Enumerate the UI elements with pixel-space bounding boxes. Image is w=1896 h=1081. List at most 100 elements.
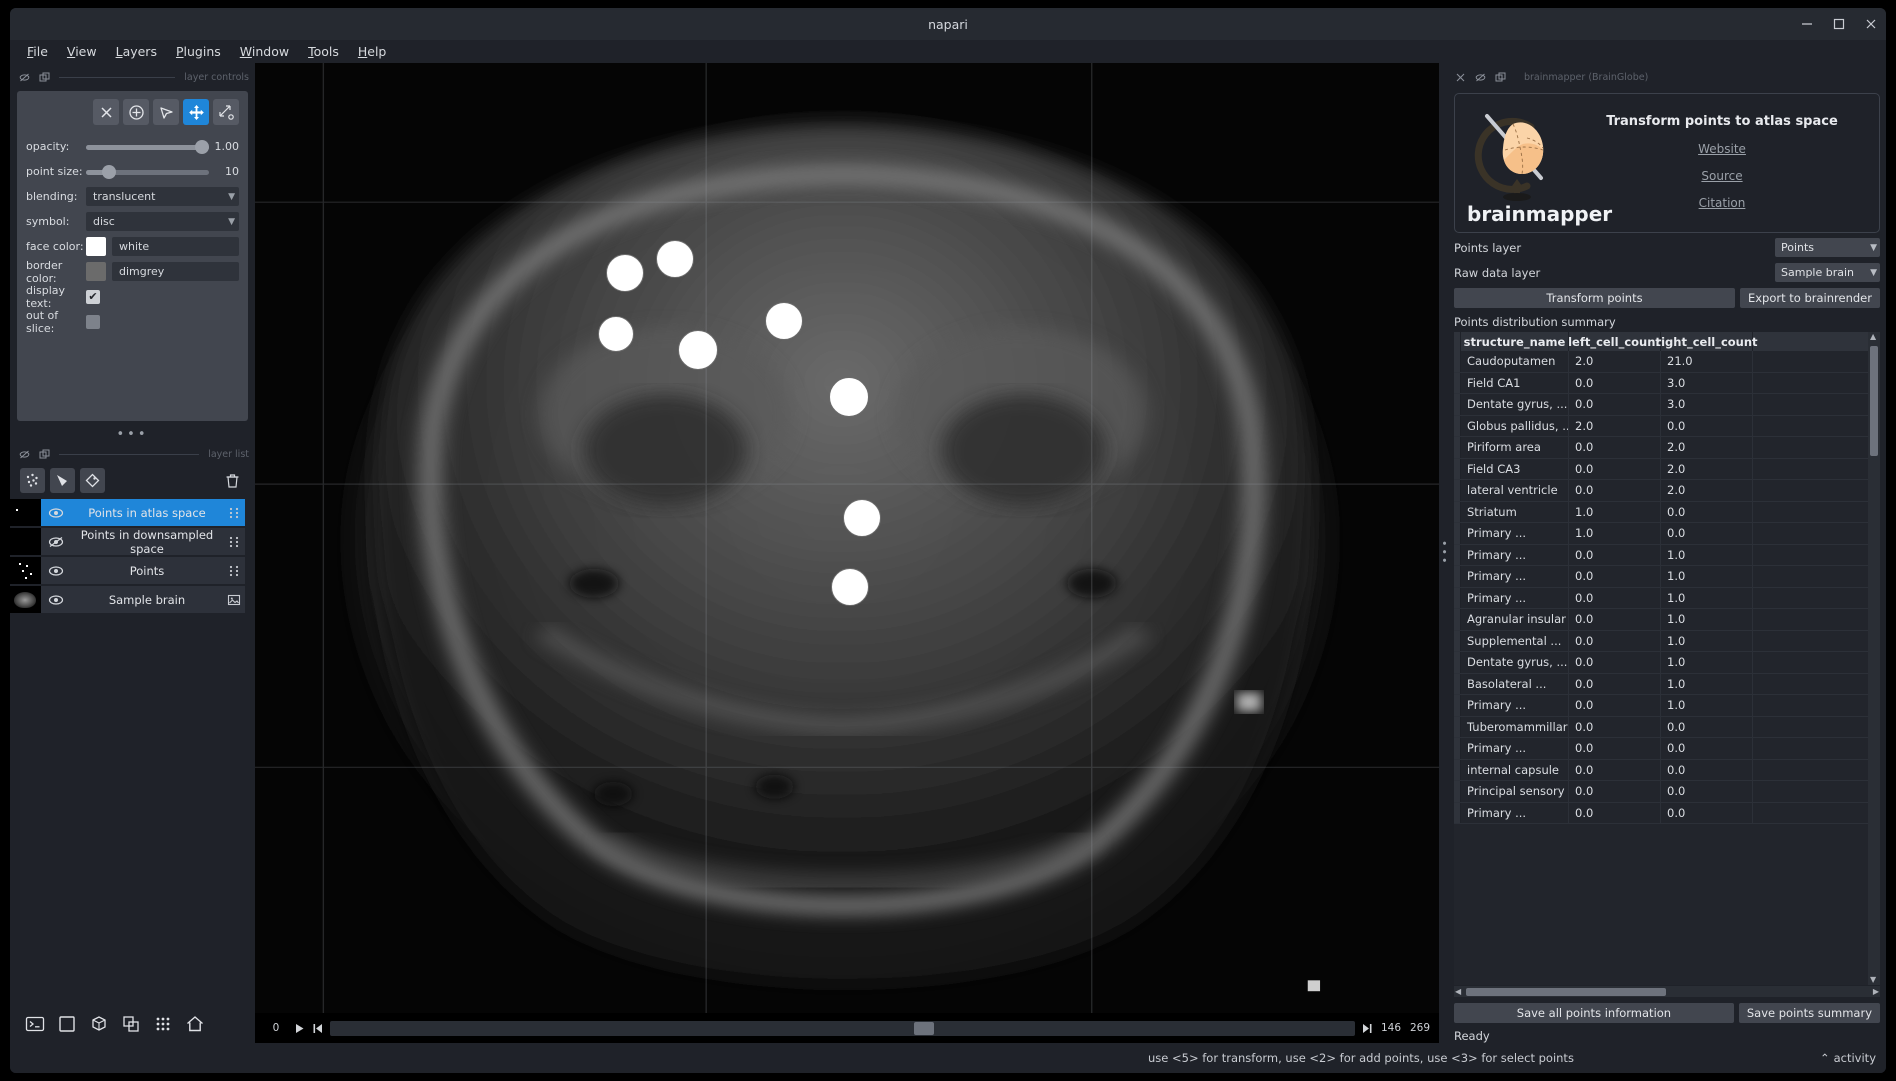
menu-layers[interactable]: Layers bbox=[109, 42, 164, 61]
point-marker[interactable] bbox=[843, 499, 881, 537]
layer-visibility-toggle[interactable] bbox=[41, 592, 71, 608]
layer-row-points-in-atlas-space[interactable]: Points in atlas space bbox=[10, 499, 245, 526]
new-points-layer-button[interactable] bbox=[20, 468, 45, 493]
table-row[interactable]: Globus pallidus, ... 2.0 0.0 bbox=[1454, 415, 1868, 437]
display-text-checkbox[interactable]: ✔ bbox=[86, 289, 100, 304]
pan-zoom-tool[interactable] bbox=[183, 99, 209, 125]
border-color-field[interactable]: dimgrey bbox=[112, 262, 239, 281]
float-dock-icon[interactable] bbox=[1475, 72, 1486, 83]
menu-window[interactable]: Window bbox=[233, 42, 296, 61]
table-row[interactable]: Primary ... 0.0 1.0 bbox=[1454, 695, 1868, 717]
scroll-down-arrow-icon[interactable]: ▼ bbox=[1870, 976, 1876, 984]
column-header-structure-name[interactable]: structure_name bbox=[1461, 332, 1569, 351]
undock-icon[interactable] bbox=[39, 72, 50, 83]
dock-resize-handle[interactable]: ••• bbox=[10, 427, 255, 442]
delete-points-tool[interactable] bbox=[93, 99, 119, 125]
website-link[interactable]: Website bbox=[1698, 142, 1746, 156]
home-reset-view-button[interactable] bbox=[182, 1011, 208, 1037]
menu-plugins[interactable]: Plugins bbox=[169, 42, 228, 61]
column-header-left-cell-count[interactable]: left_cell_count bbox=[1568, 332, 1661, 351]
layer-row-points-in-downsampled-space[interactable]: Points in downsampled space bbox=[10, 528, 245, 556]
layer-grip-icon[interactable] bbox=[223, 535, 245, 549]
undock-icon[interactable] bbox=[39, 449, 50, 460]
play-button[interactable] bbox=[294, 1023, 305, 1034]
face-color-swatch[interactable] bbox=[86, 237, 106, 256]
menu-view[interactable]: View bbox=[60, 42, 104, 61]
source-link[interactable]: Source bbox=[1701, 169, 1742, 183]
scroll-right-arrow-icon[interactable]: ▶ bbox=[1873, 987, 1879, 996]
table-row[interactable]: Supplemental ... 0.0 1.0 bbox=[1454, 630, 1868, 652]
select-points-tool[interactable] bbox=[153, 99, 179, 125]
citation-link[interactable]: Citation bbox=[1699, 196, 1746, 210]
table-row[interactable]: Field CA1 0.0 3.0 bbox=[1454, 372, 1868, 394]
point-marker[interactable] bbox=[831, 568, 869, 606]
menu-help[interactable]: Help bbox=[351, 42, 394, 61]
layer-row-sample-brain[interactable]: Sample brain bbox=[10, 586, 245, 613]
blending-select[interactable]: translucent ▼ bbox=[86, 187, 239, 206]
opacity-knob[interactable] bbox=[195, 139, 209, 154]
table-horizontal-scrollbar[interactable]: ◀ ▶ bbox=[1454, 986, 1880, 997]
export-to-brainrender-button[interactable]: Export to brainrender bbox=[1739, 288, 1880, 308]
table-row[interactable]: internal capsule 0.0 0.0 bbox=[1454, 759, 1868, 781]
point-marker[interactable] bbox=[765, 302, 803, 340]
table-row[interactable]: Primary ... 0.0 0.0 bbox=[1454, 738, 1868, 760]
menu-file[interactable]: File bbox=[20, 42, 55, 61]
layer-visibility-toggle[interactable] bbox=[41, 534, 71, 550]
frame-slider[interactable] bbox=[330, 1020, 1355, 1036]
layer-row-points[interactable]: Points bbox=[10, 557, 245, 584]
frame-slider-handle[interactable] bbox=[914, 1021, 935, 1035]
scroll-up-arrow-icon[interactable]: ▲ bbox=[1870, 333, 1876, 341]
table-vertical-scrollbar[interactable]: ▲ ▼ bbox=[1868, 332, 1880, 985]
last-frame-button[interactable] bbox=[1362, 1023, 1373, 1034]
table-row[interactable]: Piriform area 0.0 2.0 bbox=[1454, 437, 1868, 459]
dock-splitter-handle[interactable]: ••• bbox=[1438, 63, 1451, 1043]
face-color-field[interactable]: white bbox=[112, 237, 239, 256]
layer-visibility-toggle[interactable] bbox=[41, 505, 71, 521]
opacity-slider[interactable] bbox=[86, 138, 209, 156]
layer-grip-icon[interactable] bbox=[223, 564, 245, 578]
grid-view-button[interactable] bbox=[150, 1011, 176, 1037]
table-row[interactable]: Dentate gyrus, ... 0.0 1.0 bbox=[1454, 652, 1868, 674]
point-marker[interactable] bbox=[656, 240, 694, 278]
float-dock-icon[interactable] bbox=[19, 449, 30, 460]
maximize-icon[interactable] bbox=[1832, 17, 1846, 31]
menu-tools[interactable]: Tools bbox=[301, 42, 346, 61]
transpose-dims-button[interactable] bbox=[118, 1011, 144, 1037]
horizontal-scroll-thumb[interactable] bbox=[1466, 987, 1666, 996]
table-row[interactable]: Striatum 1.0 0.0 bbox=[1454, 501, 1868, 523]
table-row[interactable]: lateral ventricle 0.0 2.0 bbox=[1454, 480, 1868, 502]
point-marker[interactable] bbox=[598, 316, 634, 352]
minimize-icon[interactable] bbox=[1800, 17, 1814, 31]
column-header-right-cell-count[interactable]: right_cell_count bbox=[1655, 332, 1758, 351]
point-size-slider[interactable] bbox=[86, 163, 209, 181]
table-row[interactable]: Tuberomammillary...0.00.0 bbox=[1454, 716, 1868, 738]
vertical-scroll-thumb[interactable] bbox=[1870, 346, 1878, 456]
layer-grip-icon[interactable] bbox=[223, 506, 245, 520]
table-row[interactable]: Primary ... 0.0 1.0 bbox=[1454, 566, 1868, 588]
undock-icon[interactable] bbox=[1495, 72, 1506, 83]
float-dock-icon[interactable] bbox=[19, 72, 30, 83]
symbol-select[interactable]: disc ▼ bbox=[86, 212, 239, 231]
border-color-swatch[interactable] bbox=[86, 262, 106, 281]
first-frame-button[interactable] bbox=[312, 1023, 323, 1034]
table-row[interactable]: Agranular insular ...0.01.0 bbox=[1454, 609, 1868, 631]
table-row[interactable]: Field CA3 0.0 2.0 bbox=[1454, 458, 1868, 480]
save-all-points-information-button[interactable]: Save all points information bbox=[1454, 1003, 1734, 1023]
transform-tool[interactable] bbox=[213, 99, 239, 125]
image-canvas[interactable] bbox=[255, 63, 1439, 1013]
table-row[interactable]: Primary ... 0.0 1.0 bbox=[1454, 544, 1868, 566]
transform-points-button[interactable]: Transform points bbox=[1454, 288, 1735, 308]
roll-dims-button[interactable] bbox=[86, 1011, 112, 1037]
points-layer-select[interactable]: Points ▼ bbox=[1775, 238, 1880, 257]
layer-image-icon[interactable] bbox=[223, 593, 245, 607]
close-icon[interactable] bbox=[1864, 17, 1878, 31]
table-row[interactable]: Principal sensory ... 0.0 0.0 bbox=[1454, 781, 1868, 803]
console-button[interactable] bbox=[22, 1011, 48, 1037]
add-points-tool[interactable] bbox=[123, 99, 149, 125]
close-dock-icon[interactable] bbox=[1455, 72, 1466, 83]
activity-button[interactable]: ⌃ activity bbox=[1820, 1051, 1876, 1065]
point-marker[interactable] bbox=[678, 330, 718, 370]
table-row[interactable]: Basolateral ... 0.0 1.0 bbox=[1454, 673, 1868, 695]
point-marker[interactable] bbox=[829, 377, 869, 417]
point-size-knob[interactable] bbox=[101, 164, 116, 179]
